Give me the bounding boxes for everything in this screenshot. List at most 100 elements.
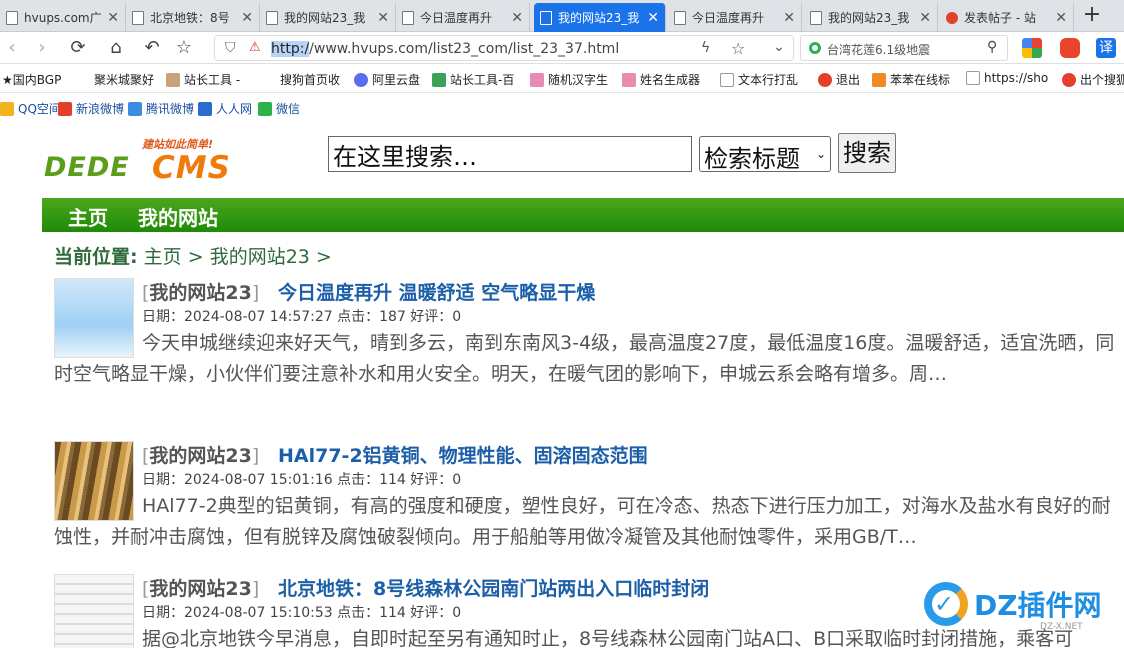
tab-my-site-1[interactable]: 我的网站23_我 ✕: [260, 3, 396, 32]
main-nav-bar: 主页 我的网站: [42, 198, 1124, 232]
article-title-link[interactable]: HAl77-2铝黄铜、物理性能、固溶固态范围: [278, 441, 648, 468]
site-search-input[interactable]: [328, 136, 692, 172]
share-qzone[interactable]: QQ空间: [0, 100, 61, 117]
article-title-link[interactable]: 北京地铁：8号线森林公园南门站两出入口临时封闭: [278, 574, 709, 601]
avatar-icon: [166, 72, 180, 87]
bookmark-item[interactable]: 退出: [818, 71, 860, 88]
article-title-link[interactable]: 今日温度再升 温暖舒适 空气略显干燥: [278, 278, 595, 305]
bookmark-item[interactable]: 姓名生成器: [622, 71, 700, 88]
bookmark-item[interactable]: 搜狗首页收: [280, 71, 340, 88]
close-icon[interactable]: ✕: [107, 10, 119, 26]
browser-tab-strip: hvups.com广 ✕ 北京地铁：8号 ✕ 我的网站23_我 ✕ 今日温度再升 ✕ 我…: [0, 0, 1124, 32]
new-tab-button[interactable]: +: [1076, 3, 1108, 29]
breadcrumb-separator: >: [315, 246, 332, 268]
close-icon[interactable]: ✕: [377, 10, 389, 26]
page-icon: [6, 10, 18, 25]
tab-hvups[interactable]: hvups.com广 ✕: [0, 3, 126, 32]
address-bar[interactable]: ⛉ ⚠ http://www.hvups.com/list23_com/list…: [214, 35, 794, 61]
share-tencent-weibo[interactable]: 腾讯微博: [128, 100, 194, 117]
breadcrumb-site-link[interactable]: 我的网站23: [210, 246, 310, 268]
breadcrumb-separator: >: [187, 246, 204, 268]
tab-temperature-2[interactable]: 今日温度再升 ✕: [668, 3, 802, 32]
article-category[interactable]: [我的网站23]: [142, 441, 259, 468]
close-icon[interactable]: ✕: [511, 10, 523, 26]
bookmark-item[interactable]: 站长工具-百: [432, 71, 514, 88]
watermark-logo: ✓ DZ插件网 DZ-X.NET: [920, 576, 1120, 636]
bookmark-star-icon[interactable]: ☆: [731, 39, 745, 58]
back-arrow-icon[interactable]: ‹: [0, 36, 24, 60]
bookmark-item[interactable]: 聚米城聚好: [94, 71, 154, 88]
nav-my-site-link[interactable]: 我的网站: [138, 202, 218, 231]
article-meta: 日期：2024-08-07 14:57:27 点击：187 好评：0: [142, 309, 462, 325]
page-icon: [132, 10, 144, 25]
close-icon[interactable]: ✕: [1055, 10, 1067, 26]
bookmarks-bar: ★国内BGP 聚米城聚好 站长工具 - 搜狗首页收 阿里云盘 站长工具-百 随机…: [0, 65, 1124, 93]
bookmark-item[interactable]: 苯苯在线标: [872, 71, 950, 88]
share-links-bar: QQ空间 新浪微博 腾讯微博 人人网 微信: [0, 94, 1124, 122]
renren-icon: [198, 101, 212, 116]
game-controller-icon[interactable]: [1060, 38, 1080, 58]
zj-icon: [622, 72, 636, 87]
share-sina-weibo[interactable]: 新浪微博: [58, 100, 124, 117]
svg-text:CMS: CMS: [152, 150, 231, 186]
tab-my-site-2[interactable]: 我的网站23_我 ✕: [804, 3, 938, 32]
undo-icon[interactable]: ↶: [140, 36, 164, 60]
breadcrumb-home-link[interactable]: 主页: [144, 246, 182, 268]
forward-arrow-icon[interactable]: ›: [30, 36, 54, 60]
bookmark-item[interactable]: 文本行打乱: [720, 71, 798, 88]
favorite-star-icon[interactable]: ☆: [172, 36, 196, 60]
apps-grid-icon[interactable]: [1022, 38, 1042, 58]
svg-text:DEDE: DEDE: [44, 152, 130, 183]
share-renren[interactable]: 人人网: [198, 100, 252, 117]
cloud-drive-icon: [354, 72, 368, 87]
close-icon[interactable]: ✕: [241, 10, 253, 26]
breadcrumb-lead: 当前位置:: [54, 246, 138, 268]
page-icon: [966, 71, 980, 85]
close-icon[interactable]: ✕: [919, 10, 931, 26]
logout-icon: [818, 72, 832, 87]
browser-search-box[interactable]: 台湾花莲6.1级地震 ⚲: [800, 35, 1008, 61]
close-icon[interactable]: ✕: [647, 10, 659, 26]
home-icon[interactable]: ⌂: [104, 36, 128, 60]
search-button[interactable]: 搜索: [838, 133, 896, 173]
share-wechat[interactable]: 微信: [258, 100, 300, 117]
article-category[interactable]: [我的网站23]: [142, 278, 259, 305]
tab-my-site-active[interactable]: 我的网站23_我 ✕: [534, 3, 666, 32]
bookmark-item[interactable]: https://sho: [966, 71, 1048, 85]
article-category[interactable]: [我的网站23]: [142, 574, 259, 601]
tool-icon: [432, 72, 446, 87]
nav-home-link[interactable]: 主页: [68, 202, 108, 231]
tab-beijing-subway[interactable]: 北京地铁：8号 ✕: [126, 3, 260, 32]
tab-temperature-1[interactable]: 今日温度再升 ✕: [396, 3, 530, 32]
article-meta: 日期：2024-08-07 15:01:16 点击：114 好评：0: [142, 472, 462, 488]
tencent-weibo-icon: [128, 101, 142, 116]
bookmark-item[interactable]: 出个搜狐: [1062, 71, 1124, 88]
page-icon: [720, 72, 734, 87]
url-text[interactable]: http://www.hvups.com/list23_com/list_23_…: [271, 41, 619, 57]
watermark-text: DZ插件网: [974, 589, 1102, 622]
url-scheme-selected: http:/: [271, 41, 310, 57]
chevron-down-icon[interactable]: ⌄: [773, 39, 785, 55]
article-summary: HAl77-2典型的铝黄铜，有高的强度和硬度，塑性良好，可在冷态、热态下进行压力…: [54, 495, 1111, 548]
bookmark-item[interactable]: 阿里云盘: [354, 71, 420, 88]
article-item: [我的网站23] 今日温度再升 温暖舒适 空气略显干燥 日期：2024-08-0…: [54, 278, 1124, 420]
translate-icon[interactable]: 译: [1096, 38, 1116, 58]
search-icon[interactable]: ⚲: [987, 39, 997, 55]
shield-icon[interactable]: ⛉: [225, 40, 236, 56]
navigation-toolbar: ‹ › ⟳ ⌂ ↶ ☆ ⛉ ⚠ http://www.hvups.com/lis…: [0, 32, 1124, 64]
reload-icon[interactable]: ⟳: [66, 36, 90, 60]
tab-post-thread[interactable]: 发表帖子 - 站 ✕: [940, 3, 1074, 32]
bookmark-item[interactable]: 随机汉字生: [530, 71, 608, 88]
bookmark-item[interactable]: ★国内BGP: [2, 71, 61, 88]
article-item: [我的网站23] HAl77-2铝黄铜、物理性能、固溶固态范围 日期：2024-…: [54, 441, 1124, 553]
breadcrumb: 当前位置: 主页 > 我的网站23 >: [54, 242, 332, 269]
search-type-select[interactable]: 检索标题 ⌄: [699, 136, 831, 173]
lightning-icon[interactable]: ϟ: [701, 40, 710, 56]
watermark-subtext: DZ-X.NET: [1040, 622, 1083, 632]
page-icon: [266, 10, 278, 25]
close-icon[interactable]: ✕: [783, 10, 795, 26]
insecure-warning-icon[interactable]: ⚠: [249, 40, 261, 55]
bookmark-item[interactable]: 站长工具 -: [166, 71, 240, 88]
dedecms-logo[interactable]: 建站如此简单! DEDE CMS: [42, 136, 262, 188]
search-suggestion[interactable]: 台湾花莲6.1级地震: [827, 41, 930, 58]
